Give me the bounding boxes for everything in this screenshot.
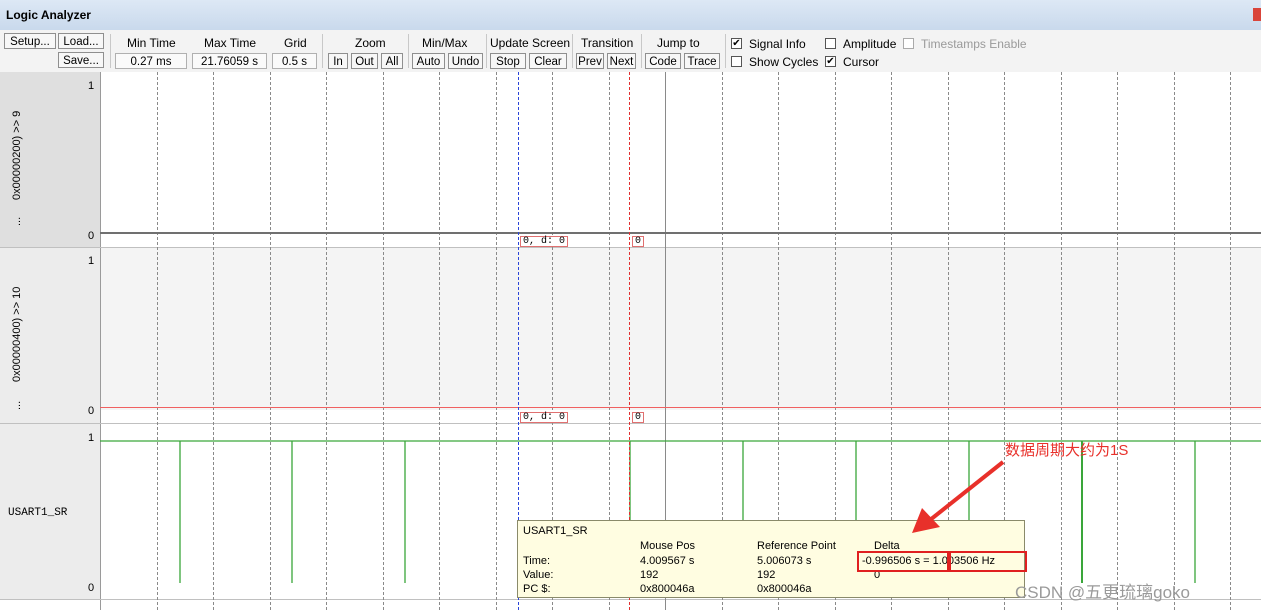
watermark: CSDN @五更琉璃goko bbox=[1015, 583, 1191, 602]
annotation-text: 数据周期大约为1S bbox=[1005, 442, 1129, 459]
annotation-arrow-icon bbox=[912, 460, 1005, 533]
